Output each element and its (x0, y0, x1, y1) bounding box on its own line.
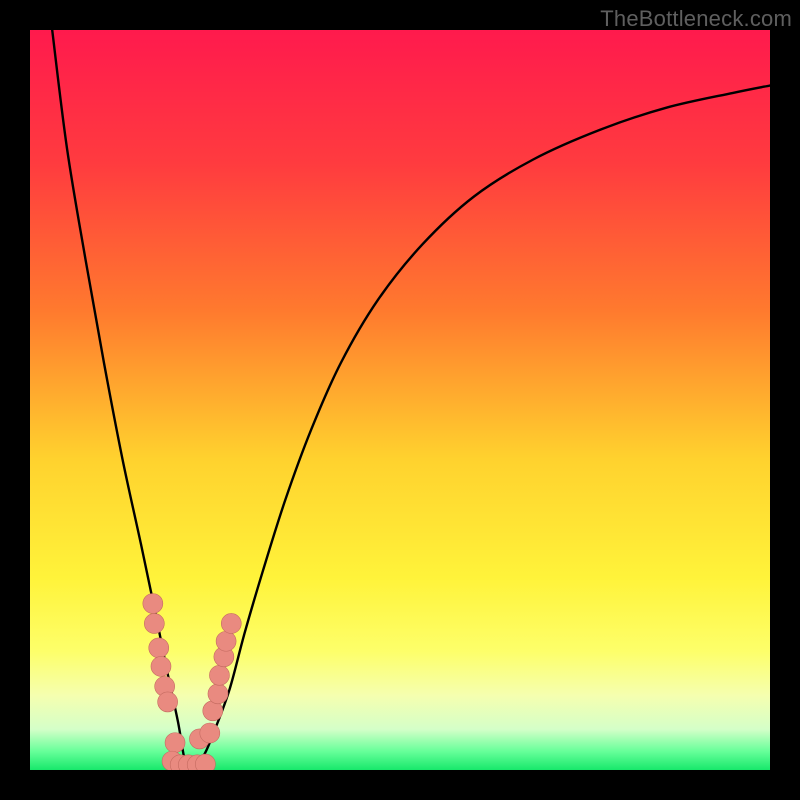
data-marker (144, 613, 164, 633)
data-marker (149, 638, 169, 658)
data-marker (200, 723, 220, 743)
watermark-text: TheBottleneck.com (600, 6, 792, 32)
data-marker (158, 692, 178, 712)
data-marker (208, 684, 228, 704)
data-marker (221, 613, 241, 633)
data-marker (165, 733, 185, 753)
data-marker (209, 665, 229, 685)
gradient-background (30, 30, 770, 770)
data-marker (216, 631, 236, 651)
data-marker (143, 594, 163, 614)
data-marker (151, 656, 171, 676)
outer-frame: TheBottleneck.com (0, 0, 800, 800)
chart-svg (30, 30, 770, 770)
plot-area (30, 30, 770, 770)
